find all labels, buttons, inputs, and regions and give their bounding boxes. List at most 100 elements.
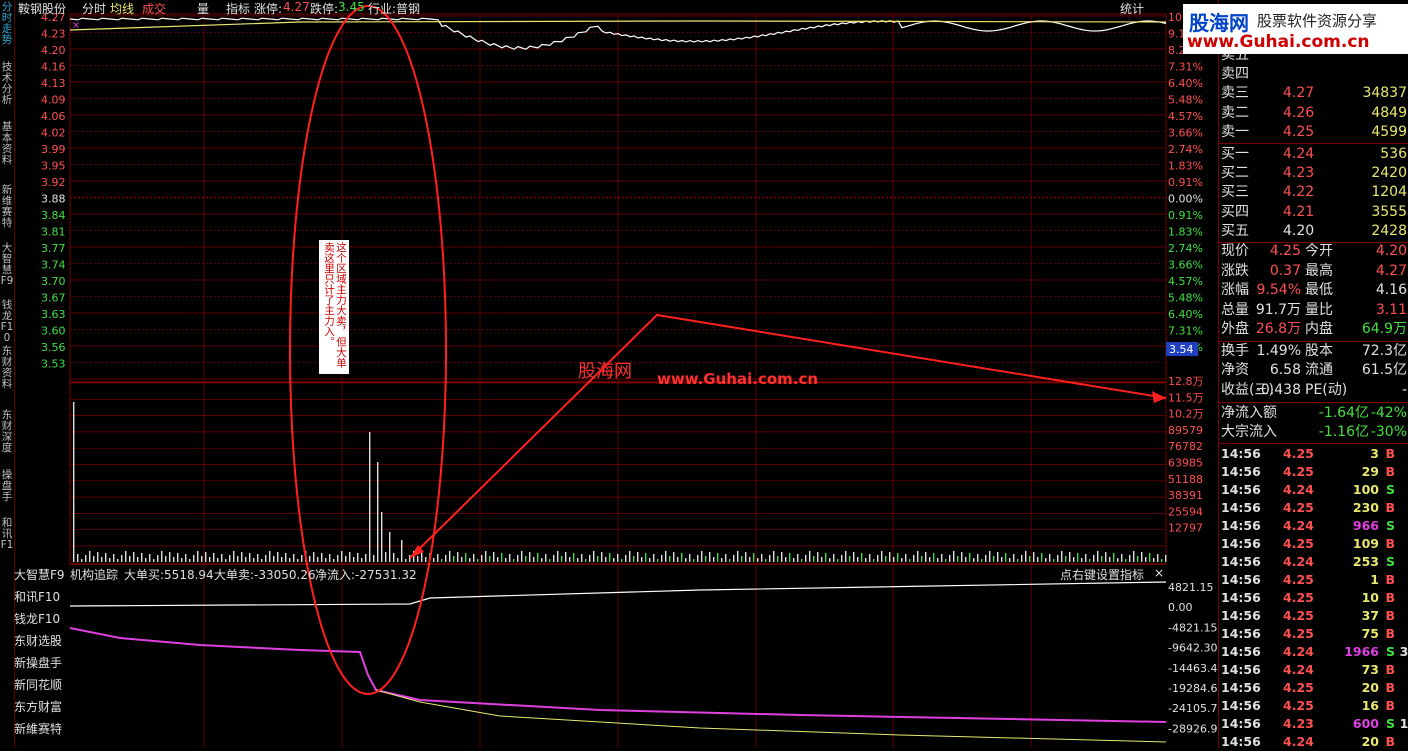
tick-price: 4.24 [1283, 554, 1314, 569]
big-sell-value: 大单卖:-33050.26 [214, 568, 316, 582]
volume-bar [397, 558, 399, 562]
volume-bar [1121, 554, 1123, 562]
flow-label: 净流入额 [1221, 405, 1277, 421]
volume-bar [869, 554, 871, 562]
volume-bar [237, 556, 239, 562]
indicator-tick-label: -28926.9 [1168, 722, 1217, 735]
volume-bar [229, 555, 231, 562]
stats-button[interactable]: 统计 [1120, 0, 1144, 17]
volume-bar [569, 557, 571, 562]
volume-bar [753, 553, 755, 562]
volume-bar [301, 555, 303, 562]
volume-bar [657, 559, 659, 562]
volume-bar [1141, 552, 1143, 562]
buy-level-label: 买五 [1221, 222, 1249, 239]
indicator-header: 机构追踪 大单买:5518.94 大单卖:-33050.26 净流入:-2753… [70, 566, 1166, 583]
pct-tick-label: 4.57% [1168, 110, 1203, 123]
tick-volume: 16 [1361, 698, 1379, 713]
close-icon[interactable]: × [1154, 566, 1164, 580]
tick-side: B [1385, 608, 1395, 623]
indicator-settings[interactable]: 点右键设置指标 [1060, 566, 1144, 583]
tick-side: B [1385, 734, 1395, 749]
tab-fenshi[interactable]: 分时 [82, 0, 106, 17]
volume-bar [637, 552, 639, 562]
tick-price: 4.24 [1283, 518, 1314, 533]
tab-liang[interactable]: 量 [197, 0, 209, 17]
volume-bar [705, 556, 707, 562]
buy-level-price: 4.21 [1283, 203, 1315, 220]
indicator-tick-label: -19284.6 [1168, 682, 1217, 695]
tick-side: S [1385, 644, 1395, 659]
indicator-item[interactable]: 新操盘手 [14, 654, 62, 671]
volume-bar [153, 559, 155, 562]
indicator-item[interactable]: 新維赛特 [14, 720, 62, 737]
price-tick-label: 4.16 [41, 61, 66, 74]
flow-value: -1.16亿 [1318, 424, 1369, 440]
volume-bar [485, 551, 487, 562]
volume-bar [933, 553, 935, 562]
indicator-item[interactable]: 钱龙F10 [14, 610, 60, 627]
volume-bar [953, 551, 955, 562]
volume-bar [457, 552, 459, 562]
buy-level-label: 买四 [1221, 203, 1249, 220]
tick-volume: 10 [1361, 590, 1379, 605]
tick-row: 14:564.24966S6 [1219, 517, 1408, 535]
tick-time: 14:56 [1221, 644, 1261, 659]
indicator-title[interactable]: 机构追踪 [70, 566, 118, 583]
tick-volume: 75 [1361, 626, 1379, 641]
tick-price: 4.25 [1283, 626, 1314, 641]
tab-zhibiao[interactable]: 指标 [226, 0, 250, 17]
pct-tick-label: 4.57% [1168, 275, 1203, 288]
tick-row: 14:56 4.24 1966 S 36 [1219, 643, 1408, 661]
volume-bar [157, 555, 159, 562]
indicator-item[interactable]: 和讯F10 [14, 588, 60, 605]
sell-level-price: 4.25 [1283, 123, 1315, 140]
volume-bar [697, 555, 699, 562]
indicator-item[interactable]: 大智慧F9 [14, 566, 65, 583]
price-tick-label: 4.09 [41, 94, 66, 107]
buy-level-price: 4.22 [1283, 184, 1315, 201]
indicator-item[interactable]: 东财选股 [14, 632, 62, 649]
volume-bar [901, 558, 903, 562]
volume-bar [269, 551, 271, 562]
stat-label: 涨幅 [1221, 282, 1249, 298]
tick-price: 4.24 [1283, 662, 1314, 677]
volume-bar [1113, 553, 1115, 562]
tick-time: 14:56 [1221, 662, 1261, 677]
volume-bar [441, 559, 443, 562]
tab-junxian[interactable]: 均线 [110, 0, 134, 17]
volume-tick-label: 51188 [1168, 473, 1203, 486]
price-tick-label: 4.20 [41, 44, 66, 57]
volume-bar [565, 552, 567, 562]
volume-bar [1061, 551, 1063, 562]
indicator-item[interactable]: 新同花顺 [14, 676, 62, 693]
tick-price: 4.24 [1283, 734, 1314, 749]
volume-bar [1089, 559, 1091, 562]
volume-bar [1069, 552, 1071, 562]
volume-bar [1001, 557, 1003, 562]
volume-bar [481, 555, 483, 562]
pct-tick-label: 6.40% [1168, 308, 1203, 321]
volume-bar [297, 559, 299, 562]
flow-row: 净流入额 -1.64亿 -42% [1219, 404, 1408, 423]
volume-bar [593, 551, 595, 562]
tick-count: 36 [1399, 644, 1408, 659]
indicator-item[interactable]: 东方财富 [14, 698, 62, 715]
stat-value: 0.37 [1269, 262, 1301, 279]
price-tick-label: 3.81 [41, 226, 66, 239]
volume-bar [101, 557, 103, 562]
pct-tick-label: 0.00% [1168, 193, 1203, 206]
tick-side: B [1385, 536, 1395, 551]
stat-value: 4.25 [1269, 243, 1301, 259]
tick-time: 14:56 [1221, 536, 1261, 551]
volume-bar [837, 559, 839, 562]
volume-bar [473, 554, 475, 562]
volume-bar [265, 555, 267, 562]
volume-bar [1145, 557, 1147, 562]
volume-bar [281, 557, 283, 562]
volume-bar [1137, 556, 1139, 562]
tab-chengjiao[interactable]: 成交 [142, 0, 166, 17]
tick-volume: 600 [1352, 716, 1379, 731]
sell-level-vol: 34837 [1362, 85, 1407, 102]
stock-name[interactable]: 鞍钢股份 [18, 0, 66, 17]
